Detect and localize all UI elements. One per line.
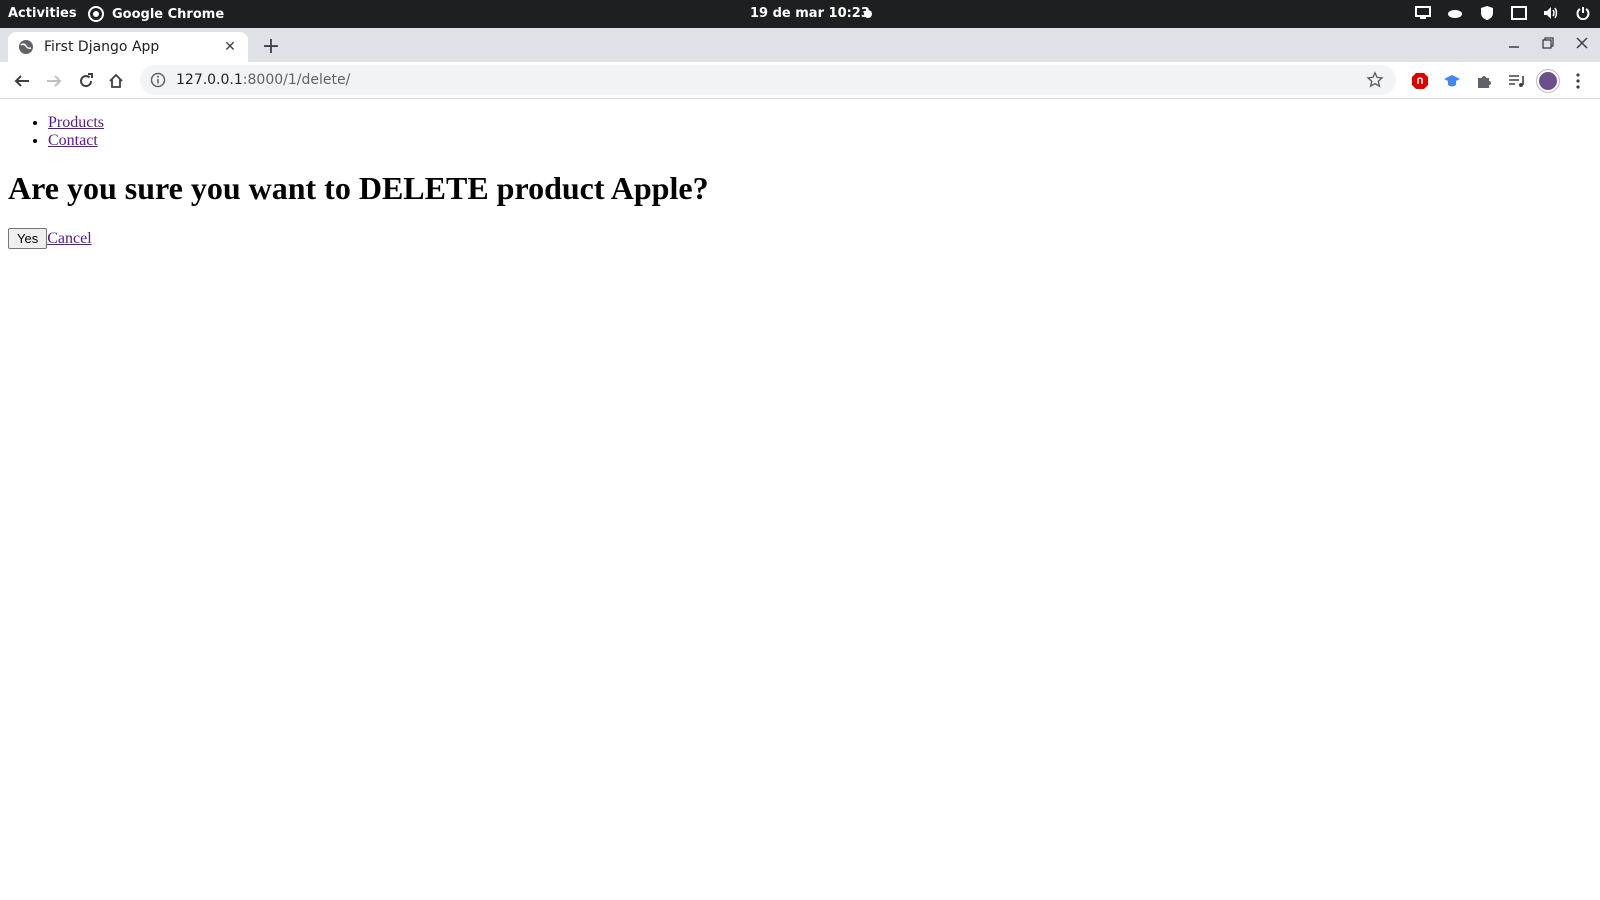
- contact-link[interactable]: Contact: [48, 132, 98, 149]
- url-path: :8000/1/delete/: [242, 72, 351, 88]
- volume-icon[interactable]: [1542, 4, 1560, 22]
- browser-toolbar: 127.0.0.1:8000/1/delete/: [0, 62, 1600, 99]
- profile-avatar[interactable]: [1536, 69, 1560, 93]
- forward-icon[interactable]: [42, 69, 66, 93]
- extensions-puzzle-icon[interactable]: [1472, 69, 1496, 93]
- window-controls: [1506, 34, 1590, 52]
- new-tab-button[interactable]: +: [260, 36, 282, 58]
- tab-close-icon[interactable]: ✕: [222, 39, 238, 55]
- bookmark-star-icon[interactable]: [1366, 71, 1384, 89]
- system-tray[interactable]: [1414, 4, 1592, 22]
- nav-item-contact: Contact: [48, 132, 104, 150]
- delete-form-actions: Yes Cancel: [8, 228, 92, 249]
- url-host: 127.0.0.1: [176, 72, 243, 88]
- graduation-cap-extension-icon[interactable]: [1440, 69, 1464, 93]
- page-heading: Are you sure you want to DELETE product …: [8, 170, 709, 206]
- chrome-icon: [88, 6, 104, 22]
- activities-button[interactable]: Activities: [8, 6, 77, 21]
- notification-dot-icon: [864, 10, 872, 18]
- shield-icon[interactable]: [1478, 4, 1496, 22]
- globe-icon: [18, 39, 34, 55]
- site-info-icon[interactable]: [150, 72, 166, 88]
- system-top-bar: Activities Google Chrome 19 de mar 10:23: [0, 0, 1600, 28]
- tab-strip: First Django App ✕ +: [0, 28, 1600, 62]
- gamepad-icon[interactable]: [1446, 4, 1464, 22]
- reload-icon[interactable]: [74, 69, 98, 93]
- screen-icon[interactable]: [1414, 4, 1432, 22]
- window-icon[interactable]: [1510, 4, 1528, 22]
- app-menu[interactable]: Google Chrome: [88, 6, 224, 22]
- nav-list: Products Contact: [48, 114, 104, 150]
- nav-item-products: Products: [48, 114, 104, 132]
- app-name: Google Chrome: [112, 6, 225, 22]
- home-icon[interactable]: [104, 69, 128, 93]
- avatar-icon: [1537, 70, 1559, 92]
- tab-active[interactable]: First Django App ✕: [8, 32, 248, 62]
- tab-title: First Django App: [44, 39, 160, 55]
- page-content: Products Contact Are you sure you want t…: [0, 100, 1600, 900]
- clock[interactable]: 19 de mar 10:23: [750, 6, 870, 21]
- address-bar[interactable]: 127.0.0.1:8000/1/delete/: [140, 65, 1396, 95]
- products-link[interactable]: Products: [48, 114, 104, 131]
- media-control-icon[interactable]: [1504, 69, 1528, 93]
- menu-kebab-icon[interactable]: [1566, 69, 1590, 93]
- close-window-icon[interactable]: [1574, 34, 1590, 52]
- back-icon[interactable]: [10, 69, 34, 93]
- power-icon[interactable]: [1574, 4, 1592, 22]
- adblock-extension-icon[interactable]: [1408, 69, 1432, 93]
- minimize-icon[interactable]: [1506, 34, 1522, 52]
- yes-button[interactable]: Yes: [8, 228, 48, 249]
- restore-icon[interactable]: [1540, 34, 1556, 52]
- cancel-link[interactable]: Cancel: [47, 230, 91, 248]
